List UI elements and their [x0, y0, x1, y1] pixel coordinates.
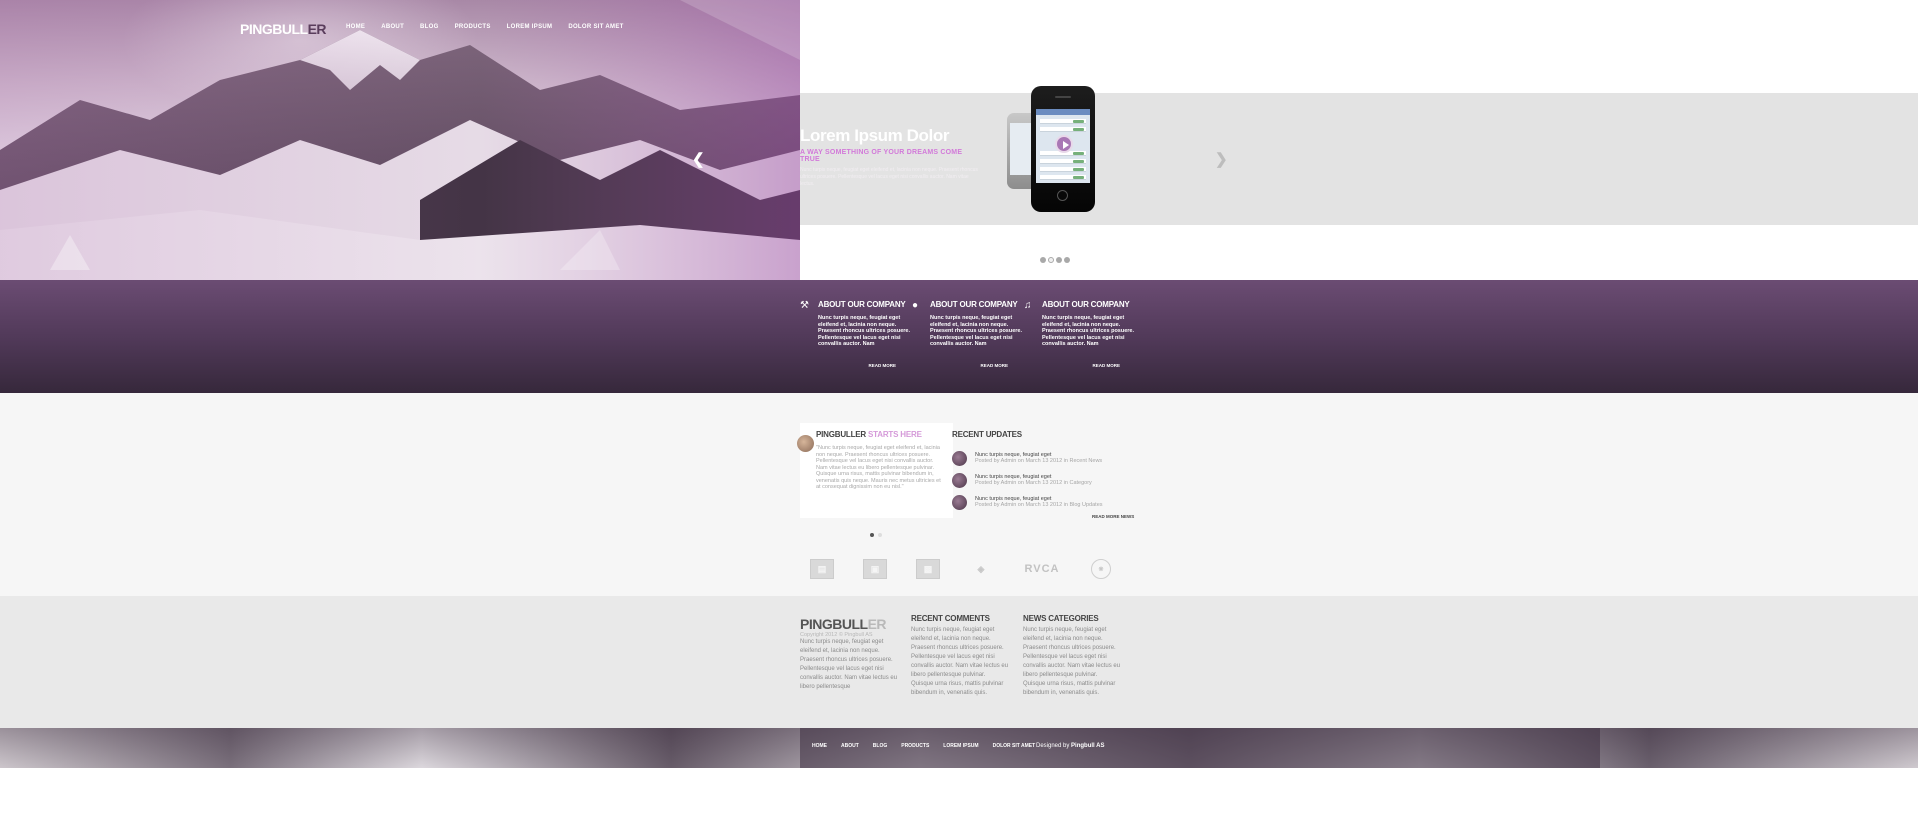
feature-block: ⚒ ABOUT OUR COMPANY Nunc turpis neque, f…: [800, 300, 918, 368]
recent-comments-text: Nunc turpis neque, feugiat eget eleifend…: [911, 627, 1009, 696]
update-item[interactable]: Nunc turpis neque, feugiat eget Posted b…: [952, 451, 1122, 469]
footer-about-text: Nunc turpis neque, feugiat eget eleifend…: [800, 639, 898, 690]
main-nav: HOME ABOUT BLOG PRODUCTS LOREM IPSUM DOL…: [346, 24, 624, 30]
play-icon[interactable]: [1055, 135, 1073, 153]
nav-item-products[interactable]: PRODUCTS: [455, 24, 491, 30]
phone-image-front: [1031, 86, 1095, 212]
update-meta: Posted by Admin on March 13 2012 in Rece…: [975, 458, 1103, 464]
feature-body: Nunc turpis neque, feugiat eget eleifend…: [818, 315, 911, 348]
testimonial-title: PINGBULLER STARTS HERE: [816, 430, 922, 439]
nav-item-home[interactable]: HOME: [346, 24, 365, 30]
chevron-right-icon[interactable]: ❯: [1215, 150, 1228, 168]
avatar: [952, 451, 967, 466]
testimonial-pagination: [870, 533, 882, 537]
footer-logo[interactable]: PINGBULLER: [800, 616, 887, 632]
brand-logo-4[interactable]: ◈: [969, 559, 993, 579]
slide-caption: Lorem Ipsum Dolor A WAY SOMETHING OF YOU…: [800, 126, 980, 188]
slider-dot[interactable]: [1064, 257, 1070, 263]
nav-item-blog[interactable]: BLOG: [420, 24, 439, 30]
slider-pagination: [1040, 257, 1070, 263]
site-logo[interactable]: PINGBULLER: [240, 21, 327, 37]
music-note-icon: ♫: [1024, 300, 1032, 311]
feature-body: Nunc turpis neque, feugiat eget eleifend…: [1042, 315, 1135, 348]
read-more-link[interactable]: READ MORE: [980, 363, 1008, 368]
news-categories-text: Nunc turpis neque, feugiat eget eleifend…: [1023, 627, 1121, 696]
footer-info: PINGBULLER Copyright 2012 © Pingbull AS …: [0, 596, 1918, 728]
slider-dot-active[interactable]: [1048, 257, 1054, 263]
bottom-bar: HOME ABOUT BLOG PRODUCTS LOREM IPSUM DOL…: [0, 728, 1918, 768]
feature-title: ABOUT OUR COMPANY: [930, 300, 1018, 309]
read-more-news-link[interactable]: READ MORE NEWS: [1092, 514, 1134, 519]
nav-item-about[interactable]: ABOUT: [381, 24, 404, 30]
recent-updates-title: RECENT UPDATES: [952, 430, 1022, 439]
brand-logos: ▤ ▣ ▩ ◈ RVCA ❋: [810, 559, 1111, 579]
news-categories-title: NEWS CATEGORIES: [1023, 614, 1099, 623]
slide-title: Lorem Ipsum Dolor: [800, 126, 950, 145]
feature-block: ● ABOUT OUR COMPANY Nunc turpis neque, f…: [912, 300, 1030, 368]
testimonial-text: "Nunc turpis neque, feugiat eget eleifen…: [816, 445, 941, 490]
hero-mountain-image: [0, 0, 800, 280]
recent-comments-title: RECENT COMMENTS: [911, 614, 990, 623]
read-more-link[interactable]: READ MORE: [868, 363, 896, 368]
footer-nav: HOME ABOUT BLOG PRODUCTS LOREM IPSUM DOL…: [812, 743, 1035, 749]
testimonial-dot[interactable]: [878, 533, 882, 537]
page: PINGBULLER HOME ABOUT BLOG PRODUCTS LORE…: [0, 0, 1918, 840]
slider-dot[interactable]: [1056, 257, 1062, 263]
slide-body: Nunc turpis neque, feugiat eget eleifend…: [800, 167, 978, 187]
chevron-left-icon[interactable]: ❮: [692, 150, 705, 168]
brand-logo-rvca[interactable]: RVCA: [1022, 559, 1062, 579]
nav-item-lorem-ipsum[interactable]: LOREM IPSUM: [507, 24, 553, 30]
testimonial-dot-active[interactable]: [870, 533, 874, 537]
bottom-bar-inner: HOME ABOUT BLOG PRODUCTS LOREM IPSUM DOL…: [800, 728, 1600, 768]
brand-logo-3[interactable]: ▩: [916, 559, 940, 579]
brand-logo-2[interactable]: ▣: [863, 559, 887, 579]
feature-block: ♫ ABOUT OUR COMPANY Nunc turpis neque, f…: [1024, 300, 1142, 368]
wrench-icon: ⚒: [800, 300, 809, 311]
avatar: [797, 435, 814, 452]
slide-subtitle: A WAY SOMETHING OF YOUR DREAMS COME TRUE: [800, 149, 963, 163]
update-item[interactable]: Nunc turpis neque, feugiat eget Posted b…: [952, 495, 1122, 513]
footer-nav-dolor-sit-amet[interactable]: DOLOR SIT AMET: [993, 743, 1036, 749]
feature-title: ABOUT OUR COMPANY: [818, 300, 906, 309]
update-meta: Posted by Admin on March 13 2012 in Cate…: [975, 480, 1092, 486]
footer-nav-products[interactable]: PRODUCTS: [901, 743, 929, 749]
read-more-link[interactable]: READ MORE: [1092, 363, 1120, 368]
footer-nav-blog[interactable]: BLOG: [873, 743, 887, 749]
avatar: [952, 473, 967, 488]
feature-body: Nunc turpis neque, feugiat eget eleifend…: [930, 315, 1023, 348]
footer-nav-lorem-ipsum[interactable]: LOREM IPSUM: [943, 743, 978, 749]
features-section: ⚒ ABOUT OUR COMPANY Nunc turpis neque, f…: [0, 280, 1918, 393]
nav-item-dolor-sit-amet[interactable]: DOLOR SIT AMET: [568, 24, 623, 30]
footer-nav-home[interactable]: HOME: [812, 743, 827, 749]
update-item[interactable]: Nunc turpis neque, feugiat eget Posted b…: [952, 473, 1122, 491]
footer-nav-about[interactable]: ABOUT: [841, 743, 859, 749]
brand-logo-6[interactable]: ❋: [1091, 559, 1111, 579]
mountain-illustration: [0, 0, 800, 280]
chat-bubble-icon: ●: [912, 300, 919, 311]
designer-credit: Designed by Pingbull AS: [1036, 743, 1105, 749]
slider-dot[interactable]: [1040, 257, 1046, 263]
designer-link[interactable]: Pingbull AS: [1071, 743, 1104, 749]
feature-title: ABOUT OUR COMPANY: [1042, 300, 1130, 309]
update-meta: Posted by Admin on March 13 2012 in Blog…: [975, 502, 1103, 508]
avatar: [952, 495, 967, 510]
content-section: PINGBULLER STARTS HERE "Nunc turpis nequ…: [0, 393, 1918, 596]
brand-logo-1[interactable]: ▤: [810, 559, 834, 579]
